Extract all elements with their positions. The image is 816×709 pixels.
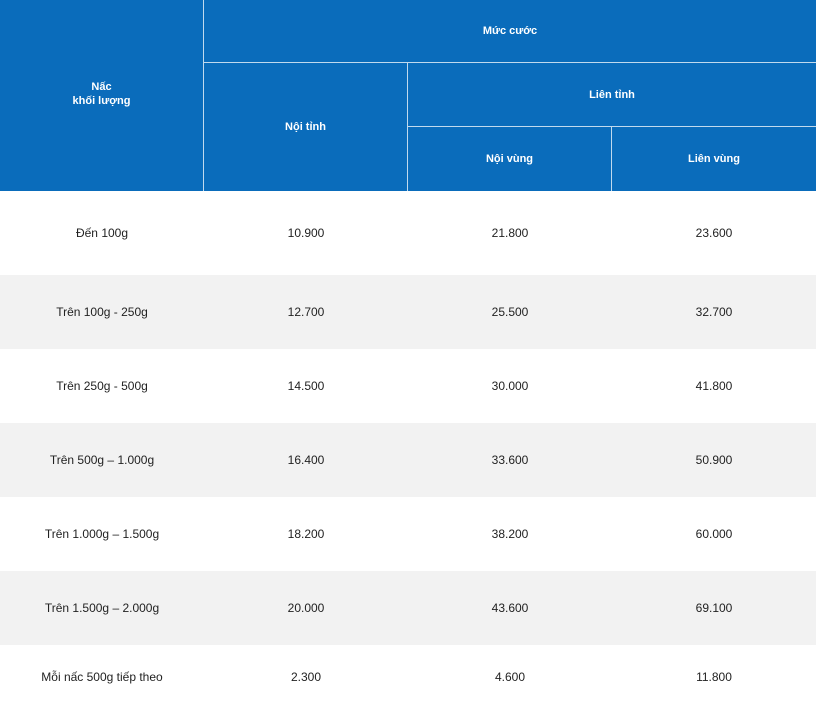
cell-intra-province: 14.500	[287, 379, 325, 393]
table-body: Đến 100g 10.900 21.800 23.600 Trên 100g …	[0, 191, 816, 709]
cell-weight: Trên 1.500g – 2.000g	[44, 601, 160, 615]
table-row: Trên 1.500g – 2.000g 20.000 43.600 69.10…	[0, 571, 816, 645]
cell-intra-province: 16.400	[287, 453, 325, 467]
cell-intra-region: 33.600	[491, 453, 529, 467]
cell-inter-region: 60.000	[695, 527, 733, 541]
table-row: Trên 250g - 500g 14.500 30.000 41.800	[0, 349, 816, 423]
cell-intra-province: 10.900	[287, 226, 325, 240]
header-inter-province: Liên tỉnh	[589, 88, 635, 101]
header-divider	[408, 126, 816, 127]
cell-inter-region: 41.800	[695, 379, 733, 393]
cell-weight: Trên 1.000g – 1.500g	[44, 527, 160, 541]
cell-inter-region: 50.900	[695, 453, 733, 467]
cell-weight: Trên 100g - 250g	[56, 305, 148, 319]
cell-intra-province: 20.000	[287, 601, 325, 615]
cell-intra-region: 30.000	[491, 379, 529, 393]
cell-intra-region: 4.600	[494, 670, 526, 684]
header-weight-line-1: Nấc	[91, 81, 112, 93]
header-intra-region: Nội vùng	[485, 153, 534, 165]
cell-intra-region: 25.500	[491, 305, 529, 319]
cell-weight: Mỗi nấc 500g tiếp theo	[41, 670, 163, 684]
header-divider	[611, 127, 612, 191]
header-weight-tier: Nấc khối lượng	[0, 0, 203, 191]
table-row: Trên 1.000g – 1.500g 18.200 38.200 60.00…	[0, 497, 816, 571]
cell-weight: Trên 500g – 1.000g	[49, 453, 155, 467]
cell-weight: Trên 250g - 500g	[56, 379, 148, 393]
header-inter-region: Liên vùng	[688, 153, 740, 165]
table-row: Trên 100g - 250g 12.700 25.500 32.700	[0, 275, 816, 349]
header-divider	[204, 62, 816, 63]
cell-inter-region: 23.600	[695, 226, 733, 240]
cell-intra-province: 18.200	[287, 527, 325, 541]
cell-weight: Đến 100g	[75, 226, 129, 240]
table-row: Đến 100g 10.900 21.800 23.600	[0, 191, 816, 275]
header-weight-line-2: khối lượng	[72, 95, 131, 107]
header-divider	[203, 0, 204, 191]
cell-inter-region: 69.100	[695, 601, 733, 615]
cell-intra-region: 38.200	[491, 527, 529, 541]
table-row: Trên 500g – 1.000g 16.400 33.600 50.900	[0, 423, 816, 497]
cell-intra-region: 21.800	[491, 226, 529, 240]
table-header: Nấc khối lượng Mức cước Nội tỉnh Liên tỉ…	[0, 0, 816, 191]
cell-intra-province: 12.700	[287, 305, 325, 319]
cell-inter-region: 11.800	[696, 670, 732, 684]
header-rate: Mức cước	[482, 25, 538, 37]
shipping-rate-table: Nấc khối lượng Mức cước Nội tỉnh Liên tỉ…	[0, 0, 816, 697]
cell-intra-province: 2.300	[290, 670, 322, 684]
cell-intra-region: 43.600	[491, 601, 529, 615]
header-intra-province: Nội tỉnh	[285, 121, 326, 133]
header-divider	[407, 63, 408, 191]
table-row: Mỗi nấc 500g tiếp theo 2.300 4.600 11.80…	[0, 645, 816, 709]
cell-inter-region: 32.700	[695, 305, 733, 319]
